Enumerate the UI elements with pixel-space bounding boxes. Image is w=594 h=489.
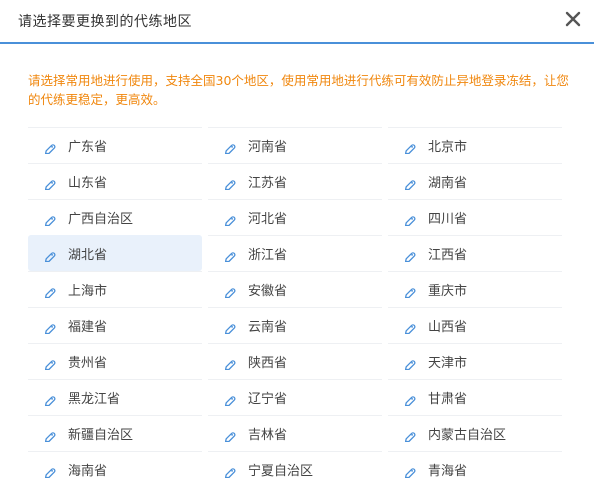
region-option[interactable]: 云南省 xyxy=(208,307,382,343)
region-option[interactable]: 贵州省 xyxy=(28,343,202,379)
region-label: 内蒙古自治区 xyxy=(428,428,507,443)
location-pin-icon xyxy=(223,427,236,443)
region-label: 海南省 xyxy=(68,464,108,479)
region-label: 湖南省 xyxy=(428,176,468,191)
location-pin-icon xyxy=(223,319,236,335)
location-pin-icon xyxy=(223,463,236,479)
region-option[interactable]: 宁夏自治区 xyxy=(208,451,382,487)
location-pin-icon xyxy=(223,247,236,263)
region-option[interactable]: 湖北省 xyxy=(28,235,202,271)
region-select-dialog: 请选择要更换到的代练地区 请选择常用地进行使用，支持全国30个地区，使用常用地进… xyxy=(0,0,594,489)
region-label: 河北省 xyxy=(248,212,288,227)
region-label: 湖北省 xyxy=(68,248,108,263)
region-option[interactable]: 河南省 xyxy=(208,127,382,163)
location-pin-icon xyxy=(223,211,236,227)
region-option[interactable]: 陕西省 xyxy=(208,343,382,379)
location-pin-icon xyxy=(43,391,56,407)
region-label: 江苏省 xyxy=(248,176,288,191)
location-pin-icon xyxy=(403,355,416,371)
close-icon[interactable] xyxy=(562,8,584,30)
region-option[interactable]: 湖南省 xyxy=(388,163,562,199)
location-pin-icon xyxy=(403,319,416,335)
location-pin-icon xyxy=(43,175,56,191)
region-label: 广西自治区 xyxy=(68,212,134,227)
location-pin-icon xyxy=(403,463,416,479)
region-option[interactable]: 海南省 xyxy=(28,451,202,487)
region-option[interactable]: 广东省 xyxy=(28,127,202,163)
region-label: 安徽省 xyxy=(248,284,288,299)
region-option[interactable]: 山东省 xyxy=(28,163,202,199)
location-pin-icon xyxy=(403,427,416,443)
region-option[interactable]: 四川省 xyxy=(388,199,562,235)
region-label: 辽宁省 xyxy=(248,392,288,407)
region-label: 云南省 xyxy=(248,320,288,335)
region-label: 新疆自治区 xyxy=(68,428,134,443)
location-pin-icon xyxy=(223,139,236,155)
region-grid: 广东省 河南省 北京市山东省 江苏省 湖南省广西自治区 河北省 四川省湖北省 浙江省 江西省上海… xyxy=(28,127,568,487)
location-pin-icon xyxy=(43,283,56,299)
region-label: 山西省 xyxy=(428,320,468,335)
region-label: 山东省 xyxy=(68,176,108,191)
region-label: 广东省 xyxy=(68,140,108,155)
region-label: 黑龙江省 xyxy=(68,392,121,407)
location-pin-icon xyxy=(43,319,56,335)
region-option[interactable]: 新疆自治区 xyxy=(28,415,202,451)
location-pin-icon xyxy=(223,175,236,191)
location-pin-icon xyxy=(43,247,56,263)
region-option[interactable]: 江苏省 xyxy=(208,163,382,199)
region-option[interactable]: 福建省 xyxy=(28,307,202,343)
location-pin-icon xyxy=(403,283,416,299)
region-label: 吉林省 xyxy=(248,428,288,443)
location-pin-icon xyxy=(403,139,416,155)
dialog-title: 请选择要更换到的代练地区 xyxy=(18,14,192,30)
region-label: 贵州省 xyxy=(68,356,108,371)
region-option[interactable]: 江西省 xyxy=(388,235,562,271)
location-pin-icon xyxy=(403,211,416,227)
location-pin-icon xyxy=(223,391,236,407)
region-option[interactable]: 辽宁省 xyxy=(208,379,382,415)
region-option[interactable]: 内蒙古自治区 xyxy=(388,415,562,451)
region-label: 上海市 xyxy=(68,284,108,299)
location-pin-icon xyxy=(43,463,56,479)
location-pin-icon xyxy=(43,139,56,155)
region-label: 福建省 xyxy=(68,320,108,335)
region-option[interactable]: 青海省 xyxy=(388,451,562,487)
region-label: 江西省 xyxy=(428,248,468,263)
region-option[interactable]: 北京市 xyxy=(388,127,562,163)
region-option[interactable]: 河北省 xyxy=(208,199,382,235)
region-option[interactable]: 安徽省 xyxy=(208,271,382,307)
region-label: 天津市 xyxy=(428,356,468,371)
location-pin-icon xyxy=(223,355,236,371)
usage-notice: 请选择常用地进行使用，支持全国30个地区，使用常用地进行代练可有效防止异地登录冻… xyxy=(28,73,569,107)
location-pin-icon xyxy=(403,391,416,407)
location-pin-icon xyxy=(403,247,416,263)
region-label: 甘肃省 xyxy=(428,392,468,407)
region-option[interactable]: 广西自治区 xyxy=(28,199,202,235)
region-option[interactable]: 甘肃省 xyxy=(388,379,562,415)
region-label: 河南省 xyxy=(248,140,288,155)
location-pin-icon xyxy=(223,283,236,299)
region-label: 重庆市 xyxy=(428,284,468,299)
region-label: 陕西省 xyxy=(248,356,288,371)
region-option[interactable]: 上海市 xyxy=(28,271,202,307)
location-pin-icon xyxy=(43,427,56,443)
dialog-header: 请选择要更换到的代练地区 xyxy=(0,0,594,44)
region-label: 宁夏自治区 xyxy=(248,464,314,479)
location-pin-icon xyxy=(43,211,56,227)
region-option[interactable]: 浙江省 xyxy=(208,235,382,271)
region-label: 浙江省 xyxy=(248,248,288,263)
region-option[interactable]: 天津市 xyxy=(388,343,562,379)
region-option[interactable]: 吉林省 xyxy=(208,415,382,451)
region-option[interactable]: 黑龙江省 xyxy=(28,379,202,415)
region-option[interactable]: 山西省 xyxy=(388,307,562,343)
location-pin-icon xyxy=(403,175,416,191)
location-pin-icon xyxy=(43,355,56,371)
region-label: 四川省 xyxy=(428,212,468,227)
region-option[interactable]: 重庆市 xyxy=(388,271,562,307)
region-label: 青海省 xyxy=(428,464,468,479)
region-label: 北京市 xyxy=(428,140,468,155)
